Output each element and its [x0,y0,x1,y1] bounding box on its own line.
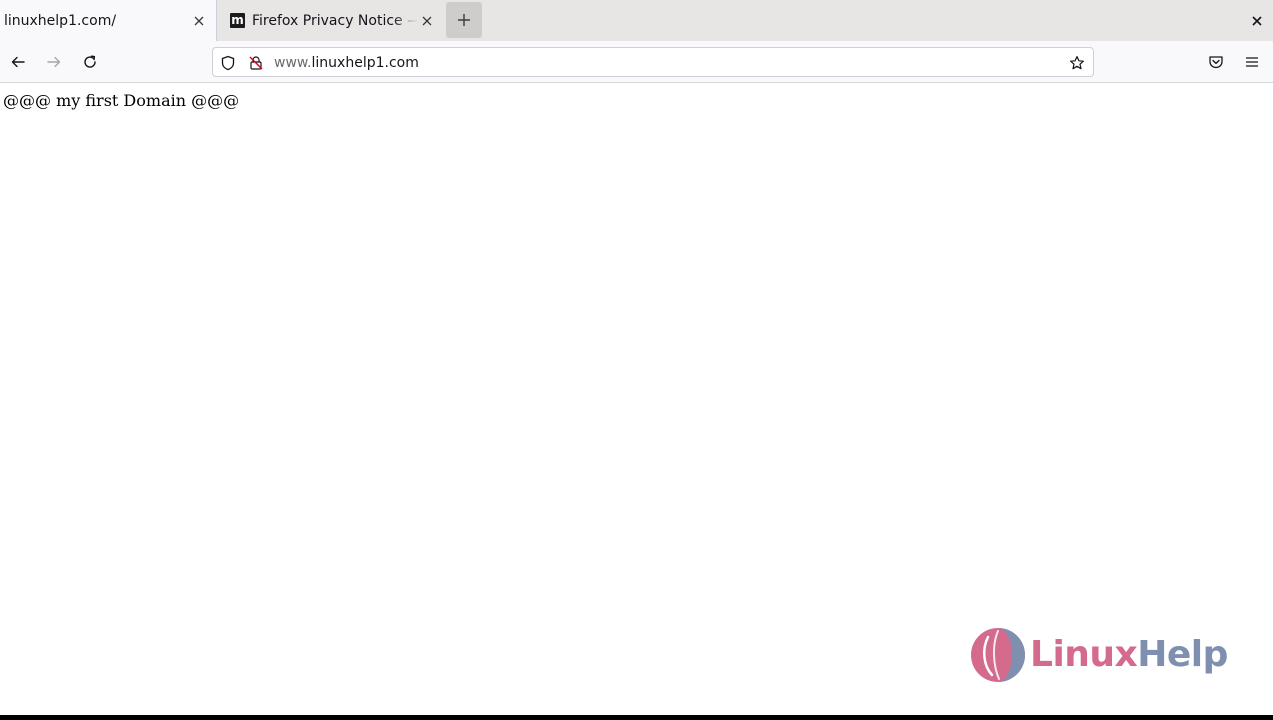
tab-firefox-privacy-notice[interactable]: m Firefox Privacy Notice — Mozilla [222,0,444,41]
linuxhelp-logo-icon [971,628,1025,682]
url-text[interactable]: www.linuxhelp1.com [274,54,419,72]
new-tab-button[interactable] [446,2,482,38]
tab-title: Firefox Privacy Notice — Mozilla [252,12,418,29]
bottom-edge-bar [0,715,1273,720]
close-icon [1252,16,1262,26]
browser-window: linuxhelp1.com/ m Firefox Privacy Notice… [0,0,1273,720]
page-body-text: @@@ my first Domain @@@ [3,91,240,110]
tab-close-icon[interactable] [190,12,208,30]
linuxhelp-watermark: LinuxHelp [968,625,1228,685]
pocket-button[interactable] [1204,50,1228,74]
mozilla-m-icon: m [230,13,245,28]
insecure-lock-icon[interactable] [247,54,265,72]
reload-icon [84,55,96,68]
url-domain: linuxhelp1.com [311,55,419,71]
tab-strip: linuxhelp1.com/ m Firefox Privacy Notice… [0,0,1273,41]
plus-icon [458,14,470,26]
window-close-button[interactable] [1246,10,1268,32]
bookmark-star-button[interactable] [1068,54,1086,72]
forward-button[interactable] [42,50,66,74]
star-icon [1070,56,1084,70]
tab-title: linuxhelp1.com/ [4,12,117,29]
page-content: @@@ my first Domain @@@ [0,83,1273,715]
url-prefix: www. [274,55,312,71]
back-button[interactable] [6,50,30,74]
shield-icon[interactable] [219,54,237,72]
address-bar[interactable]: www.linuxhelp1.com [212,47,1094,77]
forward-arrow-icon [47,56,61,68]
pocket-icon [1209,56,1223,69]
tab-close-icon[interactable] [418,12,436,30]
tab-linuxhelp1[interactable]: linuxhelp1.com/ [0,0,217,41]
reload-button[interactable] [78,50,102,74]
linuxhelp-wordmark: LinuxHelp [1030,634,1228,675]
hamburger-menu-icon [1245,57,1259,67]
app-menu-button[interactable] [1240,50,1264,74]
back-arrow-icon [11,56,25,68]
navigation-toolbar: www.linuxhelp1.com [0,41,1273,83]
